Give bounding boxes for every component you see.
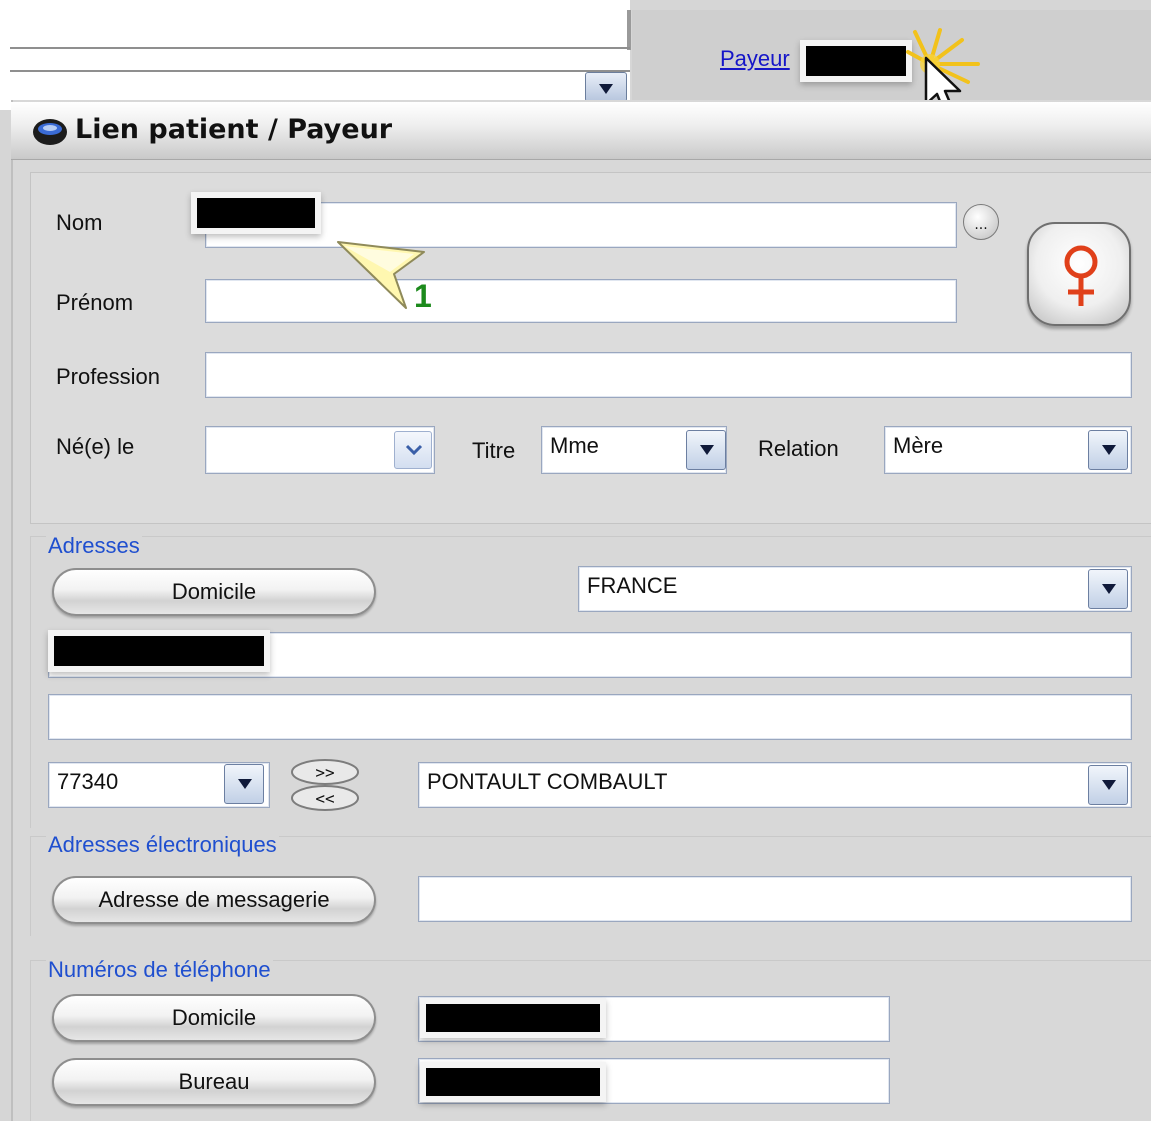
city-value: PONTAULT COMBAULT [427, 769, 668, 794]
date-picker-button[interactable] [394, 431, 432, 469]
chevron-down-icon [238, 779, 252, 789]
titre-label: Titre [472, 438, 516, 463]
postal-code-value: 77340 [57, 769, 119, 794]
phone-section-label: Numéros de téléphone [46, 957, 273, 983]
payeur-link[interactable]: Payeur [720, 46, 790, 72]
home-phone-button[interactable]: Domicile [52, 994, 376, 1042]
background-divider [10, 70, 630, 72]
redacted-home-phone [426, 1004, 600, 1032]
background-window [0, 0, 630, 110]
relation-label: Relation [758, 436, 839, 461]
postal-code-dropdown-button[interactable] [224, 764, 264, 804]
chevron-down-icon [700, 445, 714, 455]
chevron-down-icon [1102, 780, 1116, 790]
titre-value: Mme [550, 433, 599, 458]
chevron-down-icon [1102, 445, 1116, 455]
chevron-down-icon [405, 444, 423, 456]
prenom-label: Prénom [56, 290, 134, 315]
addresses-section-label: Adresses [46, 533, 142, 559]
address-line2-input[interactable] [48, 694, 1132, 740]
nom-input[interactable] [205, 202, 957, 248]
email-type-button[interactable]: Adresse de messagerie [52, 876, 376, 924]
city-select[interactable]: PONTAULT COMBAULT [418, 762, 1132, 808]
address-type-button[interactable]: Domicile [52, 568, 376, 616]
email-input[interactable] [418, 876, 1132, 922]
birthdate-label: Né(e) le [56, 434, 135, 459]
background-separator [627, 10, 631, 50]
nom-label: Nom [56, 210, 103, 235]
city-dropdown-button[interactable] [1088, 765, 1128, 805]
app-logo-icon [33, 119, 67, 145]
titre-dropdown-button[interactable] [686, 430, 726, 470]
forward-arrows-icon: >> [315, 763, 334, 782]
profession-label: Profession [56, 364, 160, 389]
email-section-label: Adresses électroniques [46, 832, 279, 858]
redacted-payeur-name [806, 46, 906, 76]
profession-input[interactable] [205, 352, 1132, 398]
gender-toggle-button[interactable] [1027, 222, 1131, 326]
relation-dropdown-button[interactable] [1088, 430, 1128, 470]
relation-value: Mère [893, 433, 944, 458]
background-divider [10, 47, 630, 49]
backward-arrows-icon: << [315, 789, 334, 808]
redacted-office-phone [426, 1068, 600, 1096]
more-options-button[interactable]: ... [963, 204, 999, 240]
country-select[interactable]: FRANCE [578, 566, 1132, 612]
female-symbol-icon [1064, 245, 1098, 306]
swap-button[interactable]: >> << [290, 758, 360, 812]
country-dropdown-button[interactable] [1088, 569, 1128, 609]
country-value: FRANCE [587, 573, 678, 598]
office-phone-button[interactable]: Bureau [52, 1058, 376, 1106]
more-options-label: ... [974, 217, 988, 233]
callout-number: 1 [414, 278, 432, 314]
chevron-down-icon [599, 84, 613, 94]
prenom-input[interactable] [205, 279, 957, 323]
dialog-title: Lien patient / Payeur [75, 114, 393, 145]
chevron-down-icon [1102, 584, 1116, 594]
background-dropdown-button[interactable] [585, 72, 627, 102]
redacted-nom [197, 198, 315, 228]
redacted-address [54, 636, 264, 666]
